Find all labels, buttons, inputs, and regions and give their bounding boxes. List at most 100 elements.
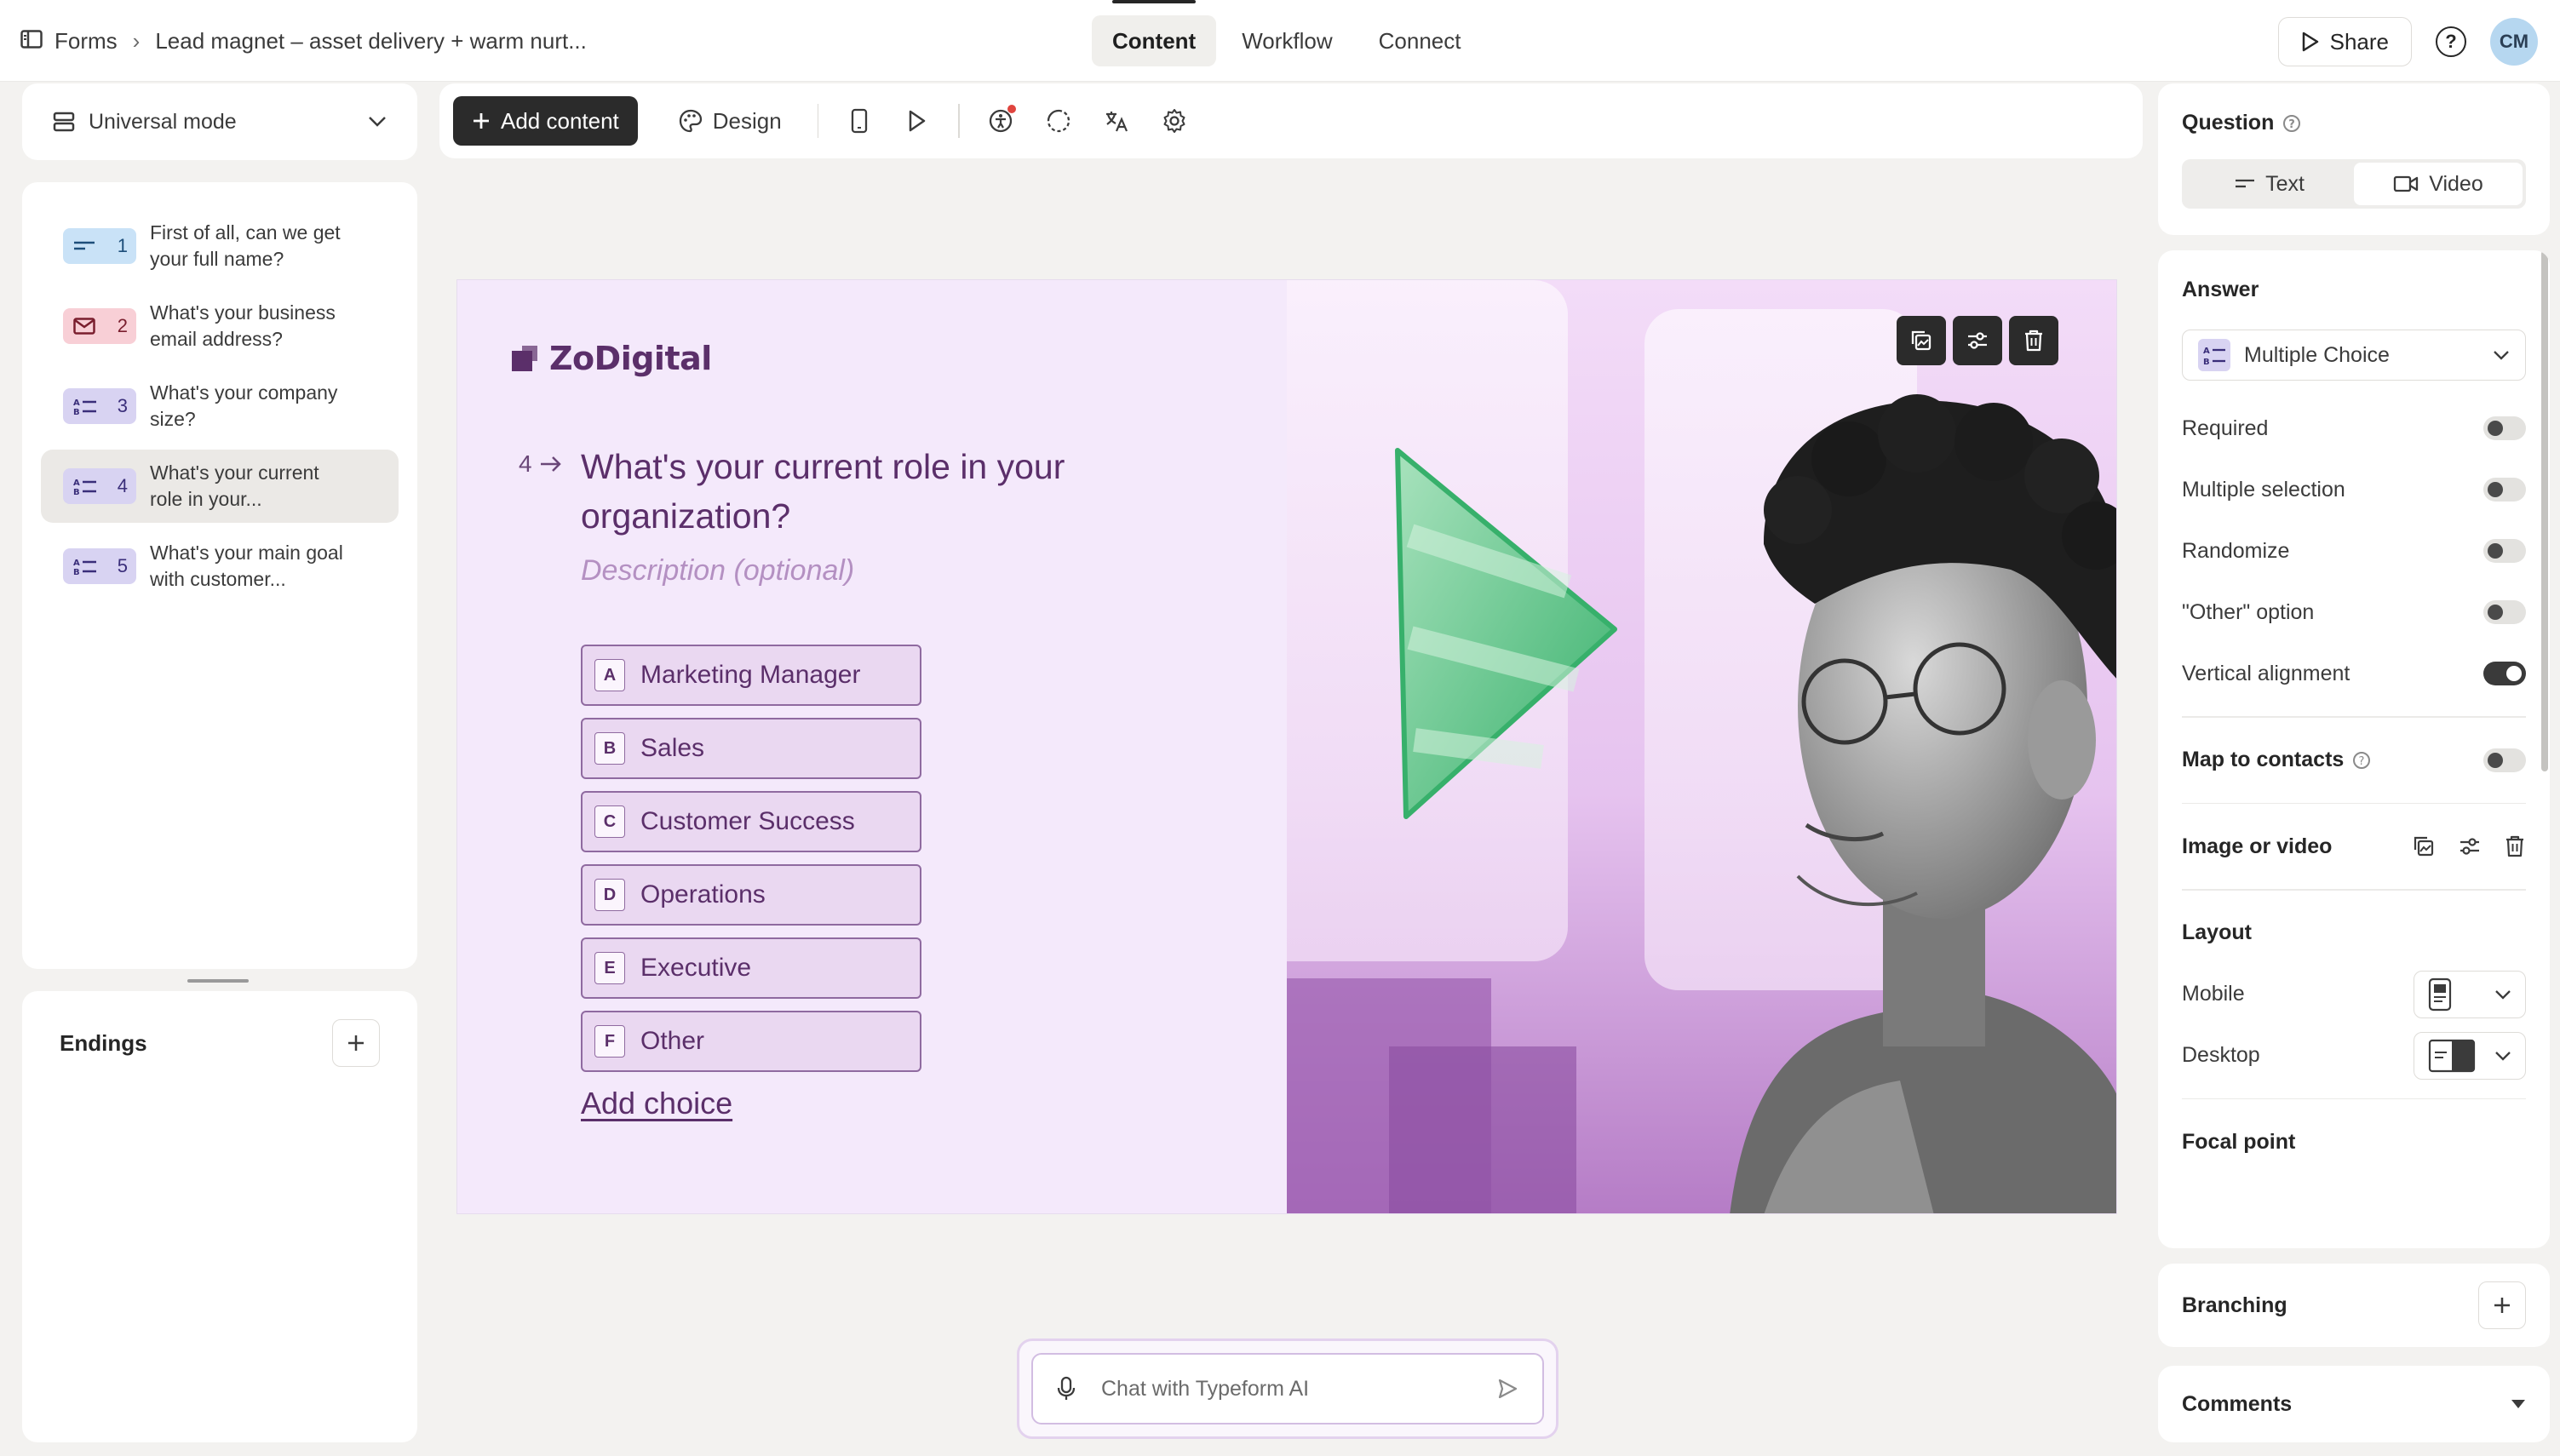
short-text-icon bbox=[74, 241, 95, 250]
desktop-layout-row: Desktop bbox=[2182, 1025, 2526, 1086]
comments-panel[interactable]: Comments bbox=[2158, 1366, 2550, 1442]
replace-media-button[interactable] bbox=[1897, 316, 1946, 365]
mobile-preview-button[interactable] bbox=[835, 96, 883, 146]
vertical-alignment-label: Vertical alignment bbox=[2182, 661, 2350, 685]
description-input[interactable]: Description (optional) bbox=[581, 554, 854, 588]
question-number: 4 bbox=[519, 450, 532, 477]
form-preview-canvas: ZoDigital 4 What's your current role in … bbox=[456, 279, 2117, 1214]
choice-list: A Marketing Manager B Sales C Customer Succ… bbox=[581, 645, 921, 1084]
question-type-toggle: Text Video bbox=[2182, 159, 2526, 209]
translate-button[interactable] bbox=[1093, 96, 1140, 146]
portrait-illustration bbox=[1287, 280, 2116, 1213]
map-to-contacts-label: Map to contacts bbox=[2182, 748, 2345, 771]
trash-icon[interactable] bbox=[2504, 834, 2526, 858]
required-row: Required bbox=[2182, 398, 2526, 459]
choice-key: D bbox=[594, 879, 625, 911]
branching-label: Branching bbox=[2182, 1293, 2287, 1317]
question-type-video[interactable]: Video bbox=[2354, 163, 2523, 205]
plus-icon bbox=[348, 1035, 364, 1051]
other-option-toggle[interactable] bbox=[2483, 600, 2526, 624]
add-branching-button[interactable] bbox=[2478, 1281, 2526, 1329]
question-item-3[interactable]: AB 3 What's your company size? bbox=[41, 370, 399, 443]
caret-down-icon bbox=[2511, 1400, 2525, 1408]
svg-text:B: B bbox=[73, 568, 80, 576]
focal-point-label: Focal point bbox=[2182, 1129, 2296, 1154]
tab-connect[interactable]: Connect bbox=[1358, 15, 1482, 66]
divider bbox=[2182, 1098, 2526, 1099]
chevron-down-icon bbox=[2495, 989, 2511, 1000]
tab-workflow[interactable]: Workflow bbox=[1221, 15, 1352, 66]
delete-media-button[interactable] bbox=[2009, 316, 2058, 365]
editor-toolbar: Add content Design bbox=[439, 83, 2143, 158]
sliders-icon[interactable] bbox=[2458, 834, 2482, 858]
question-media-image[interactable] bbox=[1287, 280, 2116, 1213]
choice-label: Executive bbox=[640, 954, 752, 982]
add-ending-button[interactable] bbox=[332, 1019, 380, 1067]
map-to-contacts-toggle[interactable] bbox=[2483, 748, 2526, 772]
svg-text:B: B bbox=[2203, 358, 2210, 367]
mobile-layout-label: Mobile bbox=[2182, 982, 2245, 1006]
question-item-5[interactable]: AB 5 What's your main goal with customer… bbox=[41, 530, 399, 603]
forms-icon[interactable] bbox=[20, 28, 43, 54]
question-item-1[interactable]: 1 First of all, can we get your full nam… bbox=[41, 209, 399, 283]
choice-label: Other bbox=[640, 1027, 705, 1055]
comments-label: Comments bbox=[2182, 1391, 2293, 1416]
tab-content[interactable]: Content bbox=[1092, 0, 1217, 66]
add-content-label: Add content bbox=[501, 107, 619, 134]
choice-d[interactable]: D Operations bbox=[581, 864, 921, 926]
sidebar-resize-handle[interactable] bbox=[187, 979, 249, 983]
choice-key: A bbox=[594, 659, 625, 691]
question-badge: 2 bbox=[63, 308, 136, 344]
help-icon[interactable]: ? bbox=[2436, 26, 2466, 57]
mobile-layout-dropdown[interactable] bbox=[2414, 970, 2526, 1018]
choice-a[interactable]: A Marketing Manager bbox=[581, 645, 921, 706]
question-item-4[interactable]: AB 4 What's your current role in your... bbox=[41, 450, 399, 523]
form-title[interactable]: Lead magnet – asset delivery + warm nurt… bbox=[155, 28, 587, 54]
desktop-layout-label: Desktop bbox=[2182, 1043, 2260, 1067]
choice-c[interactable]: C Customer Success bbox=[581, 791, 921, 852]
avatar[interactable]: CM bbox=[2490, 18, 2538, 66]
desktop-split-layout-icon bbox=[2428, 1039, 2476, 1072]
breadcrumb-forms-link[interactable]: Forms bbox=[55, 28, 118, 54]
mode-selector[interactable]: Universal mode bbox=[22, 83, 417, 160]
answer-type-dropdown[interactable]: AB Multiple Choice bbox=[2182, 330, 2526, 381]
replace-image-icon[interactable] bbox=[2412, 834, 2436, 858]
svg-text:A: A bbox=[73, 479, 80, 488]
share-button[interactable]: Share bbox=[2277, 17, 2412, 66]
brand-logo: ZoDigital bbox=[508, 340, 712, 377]
desktop-layout-dropdown[interactable] bbox=[2414, 1031, 2526, 1080]
plus-icon bbox=[2494, 1298, 2510, 1313]
choice-f[interactable]: F Other bbox=[581, 1011, 921, 1072]
choice-b[interactable]: B Sales bbox=[581, 718, 921, 779]
settings-button[interactable] bbox=[1151, 96, 1198, 146]
top-right-actions: Share ? CM bbox=[2277, 17, 2538, 66]
multiple-selection-toggle[interactable] bbox=[2483, 478, 2526, 502]
required-toggle[interactable] bbox=[2483, 416, 2526, 440]
choice-e[interactable]: E Executive bbox=[581, 937, 921, 999]
loading-settings-button[interactable] bbox=[1035, 96, 1082, 146]
add-choice-link[interactable]: Add choice bbox=[581, 1086, 732, 1121]
question-settings-panel: Question ? Text Video bbox=[2158, 83, 2550, 235]
toolbar-divider bbox=[817, 104, 819, 138]
add-content-button[interactable]: Add content bbox=[453, 96, 638, 146]
focal-point-row[interactable]: Focal point bbox=[2182, 1111, 2526, 1172]
question-title[interactable]: What's your current role in your organiz… bbox=[581, 442, 1160, 541]
question-item-2[interactable]: 2 What's your business email address? bbox=[41, 289, 399, 363]
question-type-text[interactable]: Text bbox=[2185, 163, 2354, 205]
svg-text:?: ? bbox=[2289, 118, 2296, 131]
ai-chat-input[interactable]: Chat with Typeform AI bbox=[1031, 1353, 1544, 1424]
map-to-contacts-row: Map to contacts ? bbox=[2182, 730, 2526, 791]
branching-panel: Branching bbox=[2158, 1264, 2550, 1347]
svg-text:A: A bbox=[73, 398, 80, 408]
palette-icon bbox=[679, 109, 702, 133]
question-number: 5 bbox=[117, 555, 128, 576]
panel-scrollbar[interactable] bbox=[2541, 250, 2548, 771]
design-button[interactable]: Design bbox=[660, 96, 801, 146]
accessibility-button[interactable] bbox=[977, 96, 1025, 146]
preview-button[interactable] bbox=[893, 96, 941, 146]
endings-panel: Endings bbox=[22, 991, 417, 1442]
adjust-media-button[interactable] bbox=[1953, 316, 2002, 365]
vertical-alignment-toggle[interactable] bbox=[2483, 662, 2526, 685]
randomize-toggle[interactable] bbox=[2483, 539, 2526, 563]
question-text: First of all, can we get your full name? bbox=[150, 221, 341, 270]
